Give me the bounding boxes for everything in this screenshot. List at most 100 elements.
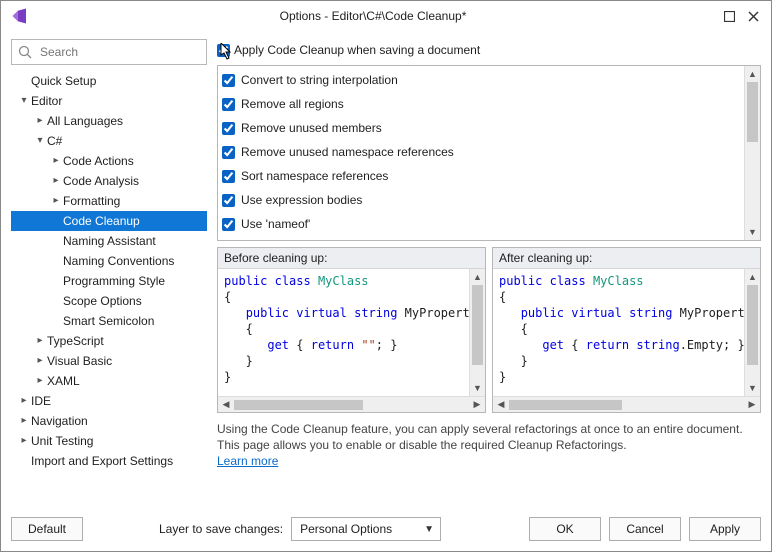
scroll-thumb[interactable] — [747, 285, 758, 365]
window-title: Options - Editor\C#\Code Cleanup* — [29, 9, 717, 23]
tree-item-label: XAML — [47, 371, 80, 391]
expand-down-icon[interactable]: ▾ — [33, 131, 47, 151]
scroll-thumb[interactable] — [472, 285, 483, 365]
refactoring-row: Use 'nameof' — [222, 212, 740, 236]
tree-item[interactable]: Smart Semicolon — [11, 311, 207, 331]
tree-item[interactable]: Naming Assistant — [11, 231, 207, 251]
layer-select[interactable]: Personal Options ▼ — [291, 517, 441, 541]
tree-item[interactable]: ▸All Languages — [11, 111, 207, 131]
tree-item-label: All Languages — [47, 111, 123, 131]
expand-right-icon[interactable]: ▸ — [17, 391, 31, 411]
preview-before: Before cleaning up: public class MyClass… — [217, 247, 486, 413]
scroll-down-icon[interactable]: ▼ — [745, 380, 760, 396]
preview-after-hscroll[interactable]: ◀ ▶ — [493, 396, 760, 412]
tree-item-label: Code Analysis — [63, 171, 139, 191]
apply-on-save-row: Apply Code Cleanup when saving a documen… — [217, 39, 761, 61]
tree-item[interactable]: ▾C# — [11, 131, 207, 151]
scroll-up-icon[interactable]: ▲ — [470, 269, 485, 285]
scroll-thumb[interactable] — [747, 82, 758, 142]
default-button[interactable]: Default — [11, 517, 83, 541]
preview-after: After cleaning up: public class MyClass … — [492, 247, 761, 413]
tree-item[interactable]: ▸TypeScript — [11, 331, 207, 351]
preview-after-header: After cleaning up: — [493, 248, 760, 269]
scroll-right-icon[interactable]: ▶ — [744, 397, 760, 413]
scroll-left-icon[interactable]: ◀ — [218, 397, 234, 413]
tree-item-label: Navigation — [31, 411, 88, 431]
footer: Default Layer to save changes: Personal … — [1, 507, 771, 551]
preview-before-vscroll[interactable]: ▲ ▼ — [469, 269, 485, 396]
apply-button[interactable]: Apply — [689, 517, 761, 541]
search-input[interactable] — [38, 44, 200, 60]
tree-item[interactable]: ▸Unit Testing — [11, 431, 207, 451]
tree-item[interactable]: Quick Setup — [11, 71, 207, 91]
refactoring-label: Use 'nameof' — [241, 217, 310, 231]
titlebar: Options - Editor\C#\Code Cleanup* — [1, 1, 771, 31]
tree-item-label: Scope Options — [63, 291, 142, 311]
tree-item[interactable]: ▸Navigation — [11, 411, 207, 431]
tree-item-label: Formatting — [63, 191, 120, 211]
refactoring-checkbox[interactable] — [222, 98, 235, 111]
tree-item-label: Naming Assistant — [63, 231, 156, 251]
scroll-thumb[interactable] — [509, 400, 622, 410]
expand-right-icon[interactable]: ▸ — [49, 151, 63, 171]
tree-item[interactable]: Programming Style — [11, 271, 207, 291]
preview-after-vscroll[interactable]: ▲ ▼ — [744, 269, 760, 396]
expand-right-icon[interactable]: ▸ — [17, 431, 31, 451]
tree-item[interactable]: ▸IDE — [11, 391, 207, 411]
tree-item-label: Naming Conventions — [63, 251, 174, 271]
scroll-thumb[interactable] — [234, 400, 363, 410]
preview-before-hscroll[interactable]: ◀ ▶ — [218, 396, 485, 412]
tree-item[interactable]: ▸Code Actions — [11, 151, 207, 171]
scroll-down-icon[interactable]: ▼ — [745, 224, 760, 240]
learn-more-link[interactable]: Learn more — [217, 454, 278, 468]
window-maximize-icon[interactable] — [717, 5, 741, 27]
scroll-left-icon[interactable]: ◀ — [493, 397, 509, 413]
tree-item[interactable]: ▸Formatting — [11, 191, 207, 211]
expand-right-icon[interactable]: ▸ — [33, 351, 47, 371]
tree-item-label: Editor — [31, 91, 62, 111]
scroll-right-icon[interactable]: ▶ — [469, 397, 485, 413]
tree-item[interactable]: Import and Export Settings — [11, 451, 207, 471]
ok-button[interactable]: OK — [529, 517, 601, 541]
expand-right-icon[interactable]: ▸ — [49, 191, 63, 211]
expand-right-icon[interactable]: ▸ — [17, 411, 31, 431]
search-icon — [18, 45, 32, 59]
refactoring-checkbox[interactable] — [222, 146, 235, 159]
refactorings-scrollbar[interactable]: ▲ ▼ — [744, 66, 760, 240]
refactoring-checkbox[interactable] — [222, 74, 235, 87]
tree-item-label: Code Cleanup — [63, 211, 140, 231]
scroll-up-icon[interactable]: ▲ — [745, 66, 760, 82]
refactoring-checkbox[interactable] — [222, 194, 235, 207]
refactoring-row: Remove all regions — [222, 92, 740, 116]
expand-right-icon[interactable]: ▸ — [33, 371, 47, 391]
tree-item-label: Quick Setup — [31, 71, 96, 91]
tree-item-label: IDE — [31, 391, 51, 411]
refactorings-list: Convert to string interpolationRemove al… — [217, 65, 761, 241]
cancel-button[interactable]: Cancel — [609, 517, 681, 541]
tree-item[interactable]: ▸Code Analysis — [11, 171, 207, 191]
tree-item[interactable]: Scope Options — [11, 291, 207, 311]
expand-right-icon[interactable]: ▸ — [49, 171, 63, 191]
tree-item[interactable]: ▾Editor — [11, 91, 207, 111]
tree-item[interactable]: Naming Conventions — [11, 251, 207, 271]
layer-select-value: Personal Options — [300, 522, 392, 536]
apply-on-save-checkbox[interactable] — [217, 44, 230, 57]
refactoring-checkbox[interactable] — [222, 218, 235, 231]
refactoring-checkbox[interactable] — [222, 122, 235, 135]
description-line2: This page allows you to enable or disabl… — [217, 438, 627, 452]
window-close-icon[interactable] — [741, 5, 765, 27]
tree-item[interactable]: ▸Visual Basic — [11, 351, 207, 371]
scroll-down-icon[interactable]: ▼ — [470, 380, 485, 396]
search-box[interactable] — [11, 39, 207, 65]
expand-right-icon[interactable]: ▸ — [33, 111, 47, 131]
tree-item[interactable]: Code Cleanup — [11, 211, 207, 231]
preview-after-code: public class MyClass { public virtual st… — [493, 269, 744, 396]
scroll-up-icon[interactable]: ▲ — [745, 269, 760, 285]
tree-item[interactable]: ▸XAML — [11, 371, 207, 391]
options-tree[interactable]: Quick Setup▾Editor▸All Languages▾C#▸Code… — [11, 71, 207, 507]
expand-right-icon[interactable]: ▸ — [33, 331, 47, 351]
tree-item-label: Import and Export Settings — [31, 451, 173, 471]
refactoring-row: Remove unused members — [222, 116, 740, 140]
refactoring-checkbox[interactable] — [222, 170, 235, 183]
expand-down-icon[interactable]: ▾ — [17, 91, 31, 111]
